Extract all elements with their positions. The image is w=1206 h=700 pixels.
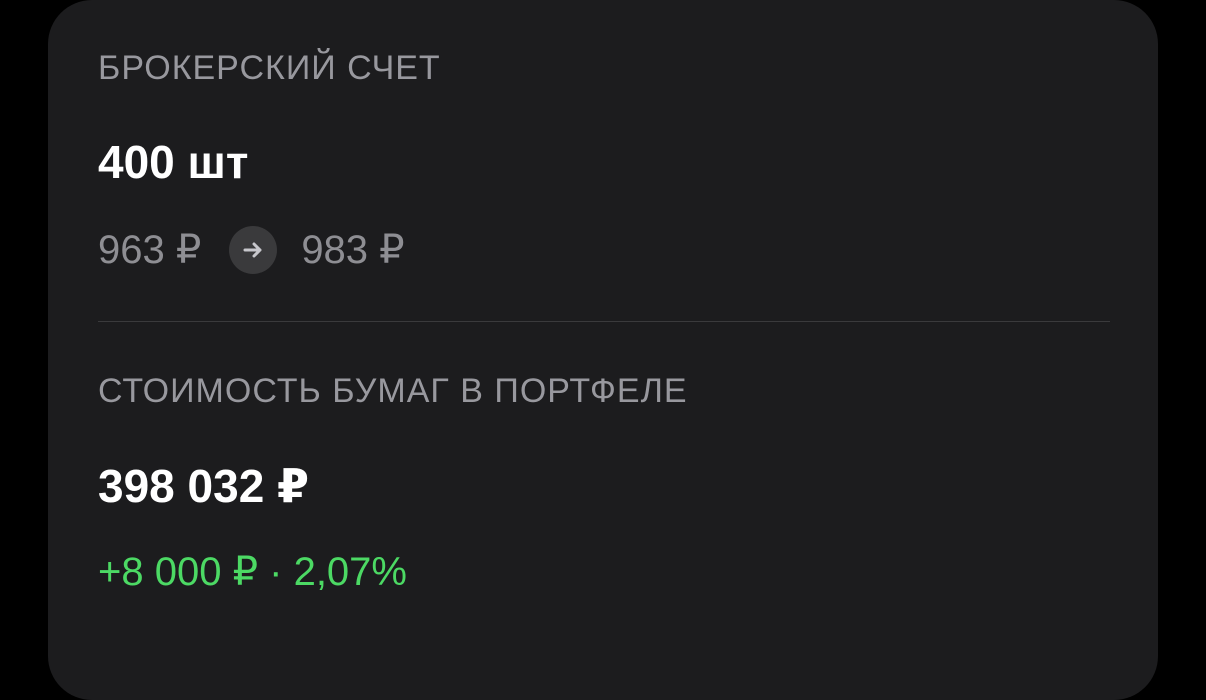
price-to: 983 ₽ (301, 228, 405, 272)
price-change-row: 963 ₽ 983 ₽ (98, 226, 1110, 274)
portfolio-value-row: 398 032 ₽ (98, 458, 1110, 514)
portfolio-value-label: СТОИМОСТЬ БУМАГ В ПОРТФЕЛЕ (98, 372, 688, 410)
portfolio-change: +8 000 ₽ · 2,07% (98, 550, 407, 594)
quantity-value: 400 шт (98, 136, 249, 188)
portfolio-change-row: +8 000 ₽ · 2,07% (98, 548, 1110, 596)
portfolio-value-section: СТОИМОСТЬ БУМАГ В ПОРТФЕЛЕ (98, 371, 1110, 411)
position-card: БРОКЕРСКИЙ СЧЕТ 400 шт 963 ₽ 983 ₽ СТОИМ… (48, 0, 1158, 700)
broker-account-label: БРОКЕРСКИЙ СЧЕТ (98, 49, 441, 87)
section-divider (98, 321, 1110, 322)
portfolio-value: 398 032 ₽ (98, 460, 310, 512)
arrow-right-icon (229, 226, 278, 274)
price-from: 963 ₽ (98, 228, 202, 272)
quantity-row: 400 шт (98, 134, 1110, 190)
broker-account-section: БРОКЕРСКИЙ СЧЕТ (98, 48, 1110, 88)
